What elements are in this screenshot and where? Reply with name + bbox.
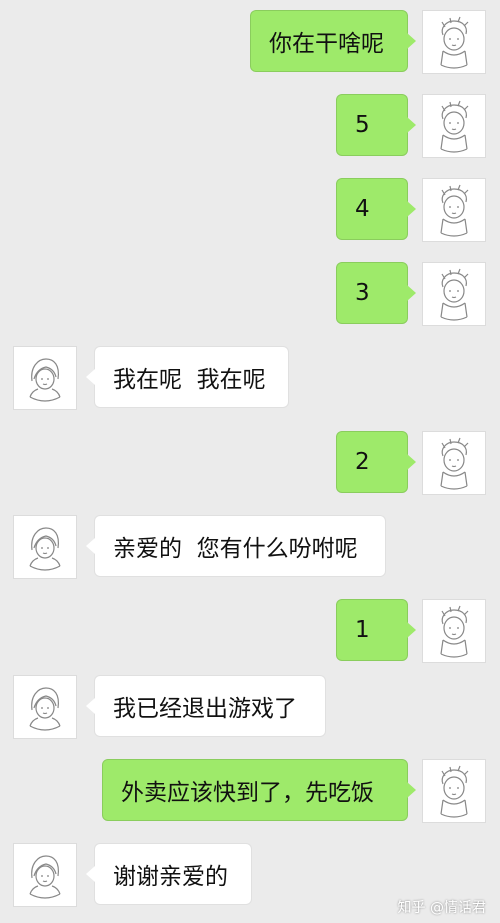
- contact-avatar[interactable]: [13, 843, 77, 907]
- my-avatar[interactable]: [422, 599, 486, 663]
- message-row: 亲爱的 您有什么吩咐呢: [0, 515, 500, 579]
- cartoon-girl-avatar-icon: [22, 848, 68, 902]
- cartoon-boy-avatar-icon: [431, 267, 477, 321]
- cartoon-boy-avatar-icon: [431, 15, 477, 69]
- message-row: 1: [0, 599, 500, 663]
- message-row: 你在干啥呢: [0, 10, 500, 74]
- my-avatar[interactable]: [422, 262, 486, 326]
- contact-avatar[interactable]: [13, 515, 77, 579]
- message-bubble-incoming[interactable]: 亲爱的 您有什么吩咐呢: [86, 515, 386, 577]
- cartoon-boy-avatar-icon: [431, 604, 477, 658]
- message-text: 谢谢亲爱的: [113, 864, 228, 890]
- message-text: 你在干啥呢: [269, 31, 384, 57]
- message-bubble-incoming[interactable]: 我已经退出游戏了: [86, 675, 326, 737]
- message-row: 5: [0, 94, 500, 158]
- message-bubble-outgoing[interactable]: 2: [336, 431, 416, 493]
- cartoon-girl-avatar-icon: [22, 351, 68, 405]
- message-row: 3: [0, 262, 500, 326]
- message-row: 4: [0, 178, 500, 242]
- message-bubble-outgoing[interactable]: 4: [336, 178, 416, 240]
- message-text: 我在呢 我在呢: [113, 367, 266, 393]
- message-text: 3: [355, 280, 370, 306]
- cartoon-girl-avatar-icon: [22, 520, 68, 574]
- cartoon-boy-avatar-icon: [431, 764, 477, 818]
- message-row: 我已经退出游戏了: [0, 675, 500, 739]
- message-bubble-outgoing[interactable]: 1: [336, 599, 416, 661]
- my-avatar[interactable]: [422, 431, 486, 495]
- message-text: 4: [355, 196, 370, 222]
- message-bubble-incoming[interactable]: 谢谢亲爱的: [86, 843, 252, 905]
- message-text: 2: [355, 449, 370, 475]
- my-avatar[interactable]: [422, 759, 486, 823]
- message-bubble-incoming[interactable]: 我在呢 我在呢: [86, 346, 289, 408]
- message-bubble-outgoing[interactable]: 3: [336, 262, 416, 324]
- message-row: 2: [0, 431, 500, 495]
- my-avatar[interactable]: [422, 94, 486, 158]
- message-bubble-outgoing[interactable]: 外卖应该快到了，先吃饭: [102, 759, 416, 821]
- cartoon-boy-avatar-icon: [431, 436, 477, 490]
- message-bubble-outgoing[interactable]: 你在干啥呢: [250, 10, 416, 72]
- message-text: 1: [355, 617, 370, 643]
- message-text: 外卖应该快到了，先吃饭: [121, 780, 374, 806]
- message-bubble-outgoing[interactable]: 5: [336, 94, 416, 156]
- message-text: 5: [355, 112, 370, 138]
- my-avatar[interactable]: [422, 10, 486, 74]
- message-text: 亲爱的 您有什么吩咐呢: [113, 536, 358, 562]
- message-row: 外卖应该快到了，先吃饭: [0, 759, 500, 823]
- message-text: 我已经退出游戏了: [113, 696, 297, 722]
- message-row: 我在呢 我在呢: [0, 346, 500, 410]
- cartoon-boy-avatar-icon: [431, 99, 477, 153]
- contact-avatar[interactable]: [13, 346, 77, 410]
- watermark: 知乎 @情话君: [397, 900, 486, 916]
- cartoon-boy-avatar-icon: [431, 183, 477, 237]
- contact-avatar[interactable]: [13, 675, 77, 739]
- cartoon-girl-avatar-icon: [22, 680, 68, 734]
- my-avatar[interactable]: [422, 178, 486, 242]
